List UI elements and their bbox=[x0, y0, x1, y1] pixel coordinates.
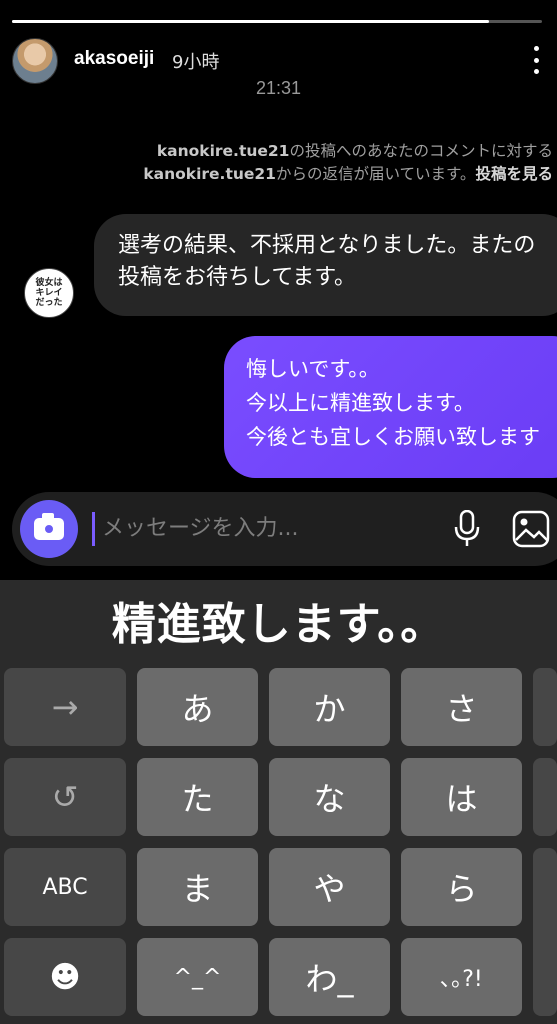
message-input[interactable] bbox=[102, 508, 422, 548]
key-wa[interactable]: わ_ bbox=[269, 938, 390, 1016]
more-vertical-icon[interactable] bbox=[528, 46, 544, 74]
key-abc[interactable]: ABC bbox=[4, 848, 126, 926]
key-arrow[interactable]: → bbox=[4, 668, 126, 746]
key-kaomoji[interactable]: ^_^ bbox=[137, 938, 258, 1016]
key-undo[interactable]: ↺ bbox=[4, 758, 126, 836]
key-a[interactable]: あ bbox=[137, 668, 258, 746]
message-composer bbox=[12, 492, 557, 566]
notice-account[interactable]: kanokire.tue21 bbox=[143, 165, 276, 183]
key-ra[interactable]: ら bbox=[401, 848, 522, 926]
notice-account[interactable]: kanokire.tue21 bbox=[157, 142, 290, 160]
camera-icon bbox=[34, 513, 64, 540]
key-label: な bbox=[313, 780, 346, 818]
key-label: ､｡?! bbox=[440, 967, 483, 992]
key-enter[interactable] bbox=[533, 848, 557, 1016]
sender-avatar[interactable]: 彼女は キレイ だった bbox=[24, 268, 74, 318]
key-na[interactable]: な bbox=[269, 758, 390, 836]
keyboard: 精進致します。。 → あ か さ ↺ た な は ABC ま や ら ☻ ^_^… bbox=[0, 580, 557, 1024]
key-label: わ_ bbox=[305, 960, 354, 998]
key-ka[interactable]: か bbox=[269, 668, 390, 746]
key-label: ABC bbox=[42, 874, 88, 900]
microphone-icon[interactable] bbox=[454, 510, 480, 548]
story-progress-fill bbox=[12, 20, 489, 23]
key-label: → bbox=[51, 688, 79, 726]
username[interactable]: akasoeiji bbox=[74, 48, 154, 70]
story-progress-bar bbox=[12, 20, 542, 23]
key-space[interactable] bbox=[533, 758, 557, 836]
notice-text: の投稿へのあなたのコメントに対する bbox=[289, 142, 553, 160]
outgoing-line: 悔しいです。。 bbox=[246, 357, 380, 381]
key-label: ^_^ bbox=[173, 964, 222, 990]
key-label: あ bbox=[181, 690, 214, 728]
time-ago: 9小時 bbox=[172, 52, 220, 73]
key-sa[interactable]: さ bbox=[401, 668, 522, 746]
view-post-link[interactable]: 投稿を見る bbox=[475, 165, 553, 183]
outgoing-message[interactable]: 悔しいです。。 今以上に精進致します。 今後とも宜しくお願い致します bbox=[224, 336, 557, 478]
key-delete[interactable] bbox=[533, 668, 557, 746]
incoming-message[interactable]: 選考の結果、不採用となりました。またの投稿をお待ちしてます。 bbox=[94, 214, 557, 316]
key-ya[interactable]: や bbox=[269, 848, 390, 926]
image-gallery-icon[interactable] bbox=[512, 510, 550, 548]
outgoing-line: 今以上に精進致します。 bbox=[246, 391, 475, 415]
key-label: た bbox=[181, 780, 214, 818]
text-caret bbox=[92, 512, 95, 546]
key-label: ら bbox=[445, 870, 478, 908]
key-ta[interactable]: た bbox=[137, 758, 258, 836]
camera-button[interactable] bbox=[20, 500, 78, 558]
key-ma[interactable]: ま bbox=[137, 848, 258, 926]
key-label: さ bbox=[445, 690, 478, 728]
conversion-suggestion[interactable]: 精進致します。。 bbox=[0, 588, 557, 652]
key-punctuation[interactable]: ､｡?! bbox=[401, 938, 522, 1016]
sender-logo: 彼女は キレイ だった bbox=[35, 278, 63, 308]
undo-icon: ↺ bbox=[51, 778, 79, 816]
key-emoji[interactable]: ☻ bbox=[4, 938, 126, 1016]
emoji-icon: ☻ bbox=[49, 959, 81, 995]
reply-notice: kanokire.tue21の投稿へのあなたのコメントに対する kanokire… bbox=[93, 140, 553, 186]
key-label: ま bbox=[181, 870, 214, 908]
key-label: や bbox=[313, 870, 346, 908]
notice-text: からの返信が届いています。 bbox=[275, 165, 476, 183]
outgoing-line: 今後とも宜しくお願い致します bbox=[246, 425, 540, 449]
message-timestamp: 21:31 bbox=[255, 78, 302, 98]
key-ha[interactable]: は bbox=[401, 758, 522, 836]
key-label: は bbox=[445, 780, 478, 818]
key-label: か bbox=[313, 690, 346, 728]
